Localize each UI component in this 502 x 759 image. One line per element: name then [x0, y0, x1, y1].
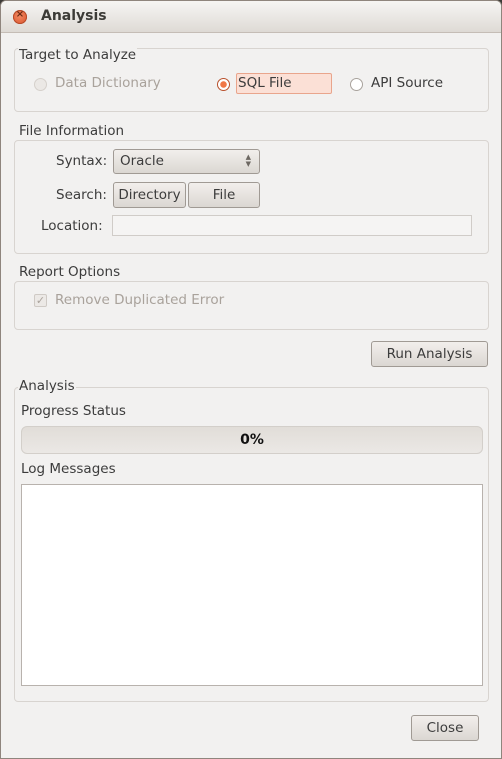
remove-duplicated-label: Remove Duplicated Error — [55, 292, 225, 308]
syntax-select-value: Oracle — [120, 153, 164, 169]
remove-duplicated-checkbox[interactable]: ✓ — [34, 294, 47, 307]
radio-data-dictionary-label: Data Dictionary — [55, 75, 161, 91]
file-button[interactable]: File — [188, 182, 260, 208]
log-messages-textarea[interactable] — [21, 484, 483, 686]
title-bar: × Analysis — [1, 1, 501, 33]
updown-arrows-icon: ▲ ▼ — [245, 153, 251, 168]
analysis-dialog: × Analysis Target to Analyze Data Dictio… — [0, 0, 502, 759]
dialog-content: Target to Analyze Data Dictionary SQL Fi… — [1, 33, 501, 758]
report-frame-label: Report Options — [18, 264, 122, 280]
window-title: Analysis — [41, 8, 107, 24]
log-messages-label: Log Messages — [21, 461, 116, 477]
search-label: Search: — [56, 187, 107, 203]
radio-api-source[interactable] — [350, 78, 363, 91]
analysis-frame-label: Analysis — [18, 378, 76, 394]
location-label: Location: — [41, 218, 103, 234]
location-input[interactable] — [112, 215, 472, 236]
radio-api-source-label: API Source — [371, 75, 444, 91]
progress-bar: 0% — [21, 426, 483, 454]
target-frame-label: Target to Analyze — [18, 47, 138, 63]
syntax-select[interactable]: Oracle ▲ ▼ — [113, 149, 260, 174]
directory-button[interactable]: Directory — [113, 182, 186, 208]
radio-sql-file[interactable] — [217, 78, 230, 91]
close-icon[interactable]: × — [13, 9, 27, 24]
radio-data-dictionary[interactable] — [34, 78, 47, 91]
syntax-label: Syntax: — [56, 153, 108, 169]
close-button[interactable]: Close — [411, 715, 479, 741]
run-analysis-button[interactable]: Run Analysis — [371, 341, 488, 367]
file-info-frame-label: File Information — [18, 123, 126, 139]
progress-status-label: Progress Status — [21, 403, 126, 419]
radio-sql-file-label: SQL File — [238, 75, 292, 91]
progress-text: 0% — [240, 432, 264, 448]
